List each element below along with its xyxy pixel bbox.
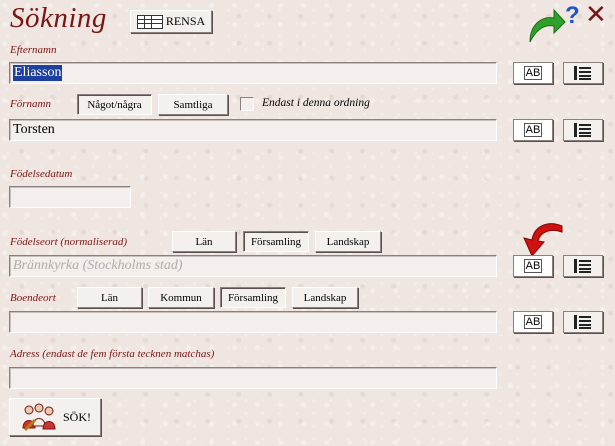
birthdate-input[interactable] <box>9 186 131 208</box>
lastname-label: Efternamn <box>10 44 57 56</box>
birthplace-label: Födelseort (normaliserad) <box>10 236 128 248</box>
list-button[interactable] <box>563 255 603 277</box>
text-search-button[interactable]: AB <box>513 255 553 277</box>
search-button[interactable]: SÖK! <box>9 398 101 436</box>
ab-icon: AB <box>523 66 543 80</box>
order-label: Endast i denna ordning <box>262 97 370 109</box>
back-arrow-icon[interactable] <box>524 6 566 46</box>
residence-input[interactable] <box>9 311 497 333</box>
close-icon[interactable]: ✕ <box>585 0 607 30</box>
residence-landskap-button[interactable]: Landskap <box>292 287 358 308</box>
search-button-label: SÖK! <box>62 409 91 424</box>
list-button[interactable] <box>563 119 603 141</box>
firstname-value: Torsten <box>13 122 55 137</box>
residence-forsamling-button[interactable]: Församling <box>220 287 286 308</box>
address-label: Adress (endast de fem första tecknen mat… <box>10 348 215 360</box>
grid-icon <box>136 14 163 29</box>
lastname-input[interactable]: Eliasson <box>9 62 497 84</box>
lastname-value: Eliasson <box>13 65 63 81</box>
list-button[interactable] <box>563 311 603 333</box>
firstname-input[interactable]: Torsten <box>9 119 497 141</box>
clear-button[interactable]: RENSA <box>130 10 212 33</box>
firstname-mode-all-button[interactable]: Samtliga <box>158 94 228 115</box>
ab-icon: AB <box>523 315 543 329</box>
help-icon[interactable]: ? <box>565 2 580 30</box>
birthplace-lan-button[interactable]: Län <box>172 231 236 252</box>
firstname-label: Förnamn <box>10 98 51 110</box>
order-checkbox[interactable] <box>240 97 254 111</box>
birthplace-value: Brännkyrka (Stockholms stad) <box>13 258 183 273</box>
red-arrow-icon <box>523 223 563 257</box>
list-button[interactable] <box>563 62 603 84</box>
birthplace-forsamling-button[interactable]: Församling <box>243 231 309 252</box>
birthplace-input[interactable]: Brännkyrka (Stockholms stad) <box>9 255 497 277</box>
residence-lan-button[interactable]: Län <box>77 287 142 308</box>
ab-icon: AB <box>523 123 543 137</box>
residence-label: Boendeort <box>10 292 56 304</box>
people-search-icon <box>22 403 56 432</box>
residence-kommun-button[interactable]: Kommun <box>148 287 214 308</box>
list-icon <box>574 315 591 329</box>
birthdate-label: Födelsedatum <box>10 168 73 180</box>
ab-icon: AB <box>523 259 543 273</box>
clear-button-label: RENSA <box>165 14 206 28</box>
text-search-button[interactable]: AB <box>513 119 553 141</box>
firstname-mode-any-button[interactable]: Något/några <box>77 94 152 115</box>
birthplace-landskap-button[interactable]: Landskap <box>315 231 381 252</box>
list-icon <box>574 259 591 273</box>
list-icon <box>574 66 591 80</box>
address-input[interactable] <box>9 367 497 389</box>
page-title: Sökning <box>10 2 107 34</box>
text-search-button[interactable]: AB <box>513 62 553 84</box>
list-icon <box>574 123 591 137</box>
text-search-button[interactable]: AB <box>513 311 553 333</box>
